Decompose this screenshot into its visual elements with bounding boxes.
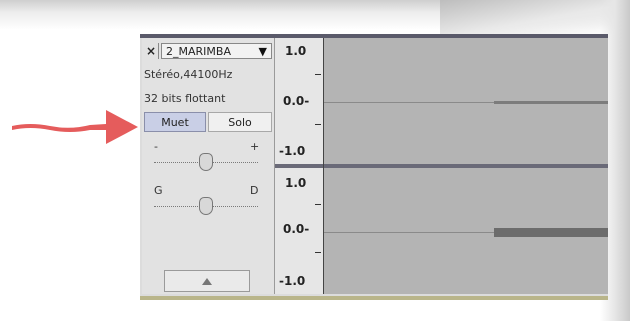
ruler-ch1-top: 1.0 xyxy=(285,44,307,58)
ch1-waveform xyxy=(494,101,608,104)
mute-button[interactable]: Muet xyxy=(144,112,206,132)
ruler-ch2-mid: 0.0- xyxy=(283,222,310,236)
waveform-area[interactable] xyxy=(324,38,608,294)
ruler-channel-divider xyxy=(275,164,323,168)
pan-left-label: G xyxy=(154,184,163,197)
track-title-row: × 2_MARIMBA ▼ xyxy=(144,42,272,60)
pan-right-label: D xyxy=(250,184,259,197)
amplitude-ruler: 1.0 0.0- -1.0 1.0 0.0- -1.0 xyxy=(275,38,324,294)
close-icon: × xyxy=(145,44,157,58)
chevron-down-icon: ▼ xyxy=(258,44,267,58)
ruler-tick xyxy=(315,124,321,125)
track-name: 2_MARIMBA xyxy=(166,44,231,58)
ruler-tick xyxy=(315,74,321,75)
ruler-ch1-mid: 0.0- xyxy=(283,94,310,108)
gain-slider-thumb[interactable] xyxy=(199,153,213,171)
track-format: Stéréo,44100Hz xyxy=(144,68,233,81)
waveform-channel-divider xyxy=(324,164,608,168)
pan-slider-thumb[interactable] xyxy=(199,197,213,215)
gain-min-label: - xyxy=(154,140,158,153)
triangle-up-icon xyxy=(202,277,212,285)
track-control-panel: × 2_MARIMBA ▼ Stéréo,44100Hz 32 bits flo… xyxy=(142,38,275,294)
ch2-waveform xyxy=(494,228,608,237)
track-bit-depth: 32 bits flottant xyxy=(144,92,226,105)
mute-solo-row: Muet Solo xyxy=(144,112,272,132)
ruler-ch2-bottom: -1.0 xyxy=(279,274,306,288)
collapse-track-button[interactable] xyxy=(164,270,250,292)
window-bottom-border xyxy=(140,296,608,300)
ruler-ch2-top: 1.0 xyxy=(285,176,307,190)
audacity-track-window: × 2_MARIMBA ▼ Stéréo,44100Hz 32 bits flo… xyxy=(140,34,608,300)
solo-button[interactable]: Solo xyxy=(208,112,272,132)
track-name-menu[interactable]: 2_MARIMBA ▼ xyxy=(161,43,272,59)
ruler-tick xyxy=(315,252,321,253)
ruler-tick xyxy=(315,204,321,205)
pointer-arrow-icon xyxy=(12,110,138,144)
close-track-button[interactable]: × xyxy=(144,43,159,59)
ruler-ch1-bottom: -1.0 xyxy=(279,144,306,158)
gain-max-label: + xyxy=(250,140,260,153)
